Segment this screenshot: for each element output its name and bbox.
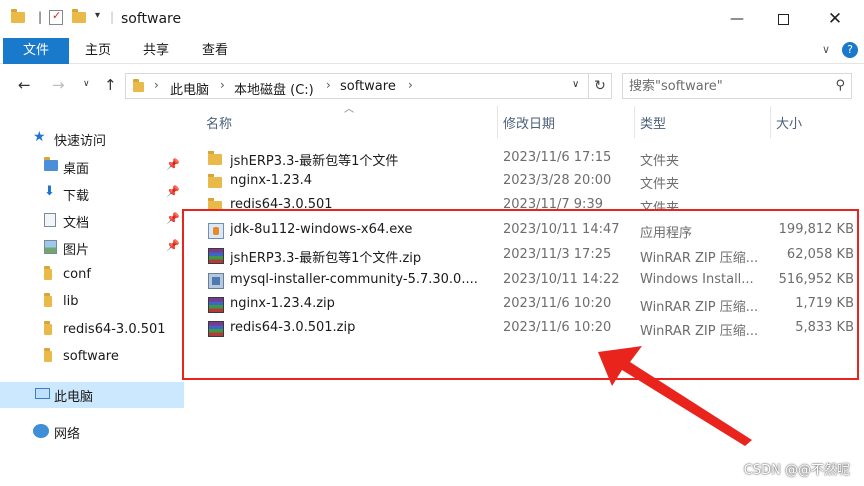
sidebar-item-lib[interactable]: lib <box>0 290 184 316</box>
sidebar-item-network[interactable]: 网络 <box>0 419 184 445</box>
table-row[interactable]: redis64-3.0.501 2023/11/7 9:39 文件夹 <box>204 194 854 209</box>
tab-view[interactable]: 查看 <box>189 38 241 64</box>
breadcrumb-local-disk[interactable]: 本地磁盘 (C:) <box>234 79 314 98</box>
sidebar-item-downloads[interactable]: ⬇ 下载 📌 <box>0 181 184 207</box>
sidebar-item-redis[interactable]: redis64-3.0.501 <box>0 318 184 344</box>
expand-ribbon-icon[interactable]: ∨ <box>822 43 830 56</box>
network-icon <box>33 424 49 438</box>
close-icon: ✕ <box>827 9 843 29</box>
chevron-right-icon[interactable]: › <box>326 78 331 92</box>
documents-folder-icon <box>44 213 56 227</box>
search-input[interactable] <box>629 77 819 95</box>
search-icon[interactable]: ⚲ <box>835 78 845 93</box>
address-bar[interactable]: › 此电脑 › 本地磁盘 (C:) › software › ∨ <box>125 73 612 99</box>
sidebar-item-documents[interactable]: 文档 📌 <box>0 208 184 234</box>
title-bar: | ✓ ▾ | software — ✕ <box>0 0 864 38</box>
window-title: software <box>121 11 182 27</box>
folder-icon <box>133 79 145 92</box>
download-folder-icon: ⬇ <box>44 184 55 199</box>
help-icon[interactable]: ? <box>842 42 858 58</box>
computer-icon <box>35 388 50 399</box>
column-header-size[interactable]: 大小 <box>776 113 802 132</box>
minimize-button[interactable]: — <box>714 0 760 38</box>
tab-file[interactable]: 文件 <box>3 38 69 64</box>
tab-home[interactable]: 主页 <box>72 38 124 64</box>
sidebar-item-software[interactable]: software <box>0 345 184 371</box>
navigation-pane: ★ 快速访问 桌面 📌 ⬇ 下载 📌 文档 📌 图片 📌 conf lib re… <box>0 106 184 486</box>
column-divider[interactable] <box>497 106 498 138</box>
star-icon: ★ <box>33 129 46 145</box>
column-divider[interactable] <box>770 106 771 138</box>
pictures-folder-icon <box>44 240 57 254</box>
sort-ascending-icon: ︿ <box>344 104 354 115</box>
sidebar-item-pictures[interactable]: 图片 📌 <box>0 235 184 261</box>
chevron-down-icon[interactable]: ∨ <box>572 79 579 90</box>
sidebar-item-this-pc[interactable]: 此电脑 <box>0 382 184 408</box>
chevron-right-icon[interactable]: › <box>220 78 225 92</box>
table-row[interactable]: nginx-1.23.4 2023/3/28 20:00 文件夹 <box>204 170 854 194</box>
column-header-name[interactable]: 名称 <box>206 113 232 132</box>
column-divider[interactable] <box>634 106 635 138</box>
chevron-right-icon[interactable]: › <box>408 78 413 92</box>
forward-arrow-icon[interactable]: → <box>52 76 65 94</box>
pin-icon[interactable]: 📌 <box>166 239 180 252</box>
annotation-arrow <box>598 346 752 446</box>
refresh-icon: ↻ <box>594 78 606 94</box>
refresh-button[interactable]: ↻ <box>588 73 612 99</box>
pin-icon[interactable]: 📌 <box>166 158 180 171</box>
search-box[interactable]: ⚲ <box>622 73 852 99</box>
close-button[interactable]: ✕ <box>812 0 858 38</box>
separator-icon: | <box>38 10 43 24</box>
maximize-button[interactable] <box>760 0 806 38</box>
breadcrumb-this-pc[interactable]: 此电脑 <box>170 79 209 98</box>
sidebar-item-quick-access[interactable]: ★ 快速访问 <box>0 126 184 152</box>
pin-icon[interactable]: 📌 <box>166 212 180 225</box>
up-arrow-icon[interactable]: ↑ <box>104 76 117 94</box>
recent-locations-icon[interactable]: ∨ <box>83 79 90 89</box>
sidebar-item-desktop[interactable]: 桌面 📌 <box>0 154 184 180</box>
maximize-icon <box>777 13 789 25</box>
pin-icon[interactable]: 📌 <box>166 185 180 198</box>
breadcrumb-software[interactable]: software <box>340 79 396 94</box>
ribbon: 文件 主页 共享 查看 ∨ ? <box>0 38 864 64</box>
table-row[interactable]: jshERP3.3-最新包等1个文件 2023/11/6 17:15 文件夹 <box>204 147 854 171</box>
minimize-icon: — <box>730 11 744 27</box>
back-arrow-icon[interactable]: ← <box>18 76 31 94</box>
sidebar-item-conf[interactable]: conf <box>0 263 184 289</box>
chevron-right-icon[interactable]: › <box>154 78 159 92</box>
properties-icon[interactable]: ✓ <box>49 9 63 25</box>
tab-share[interactable]: 共享 <box>130 38 182 64</box>
watermark: CSDN @@不然呢 <box>743 463 850 478</box>
separator-icon: | <box>110 10 115 24</box>
column-header-type[interactable]: 类型 <box>640 113 666 132</box>
customize-toolbar-icon[interactable]: ▾ <box>95 10 100 21</box>
column-header-date[interactable]: 修改日期 <box>503 113 555 132</box>
